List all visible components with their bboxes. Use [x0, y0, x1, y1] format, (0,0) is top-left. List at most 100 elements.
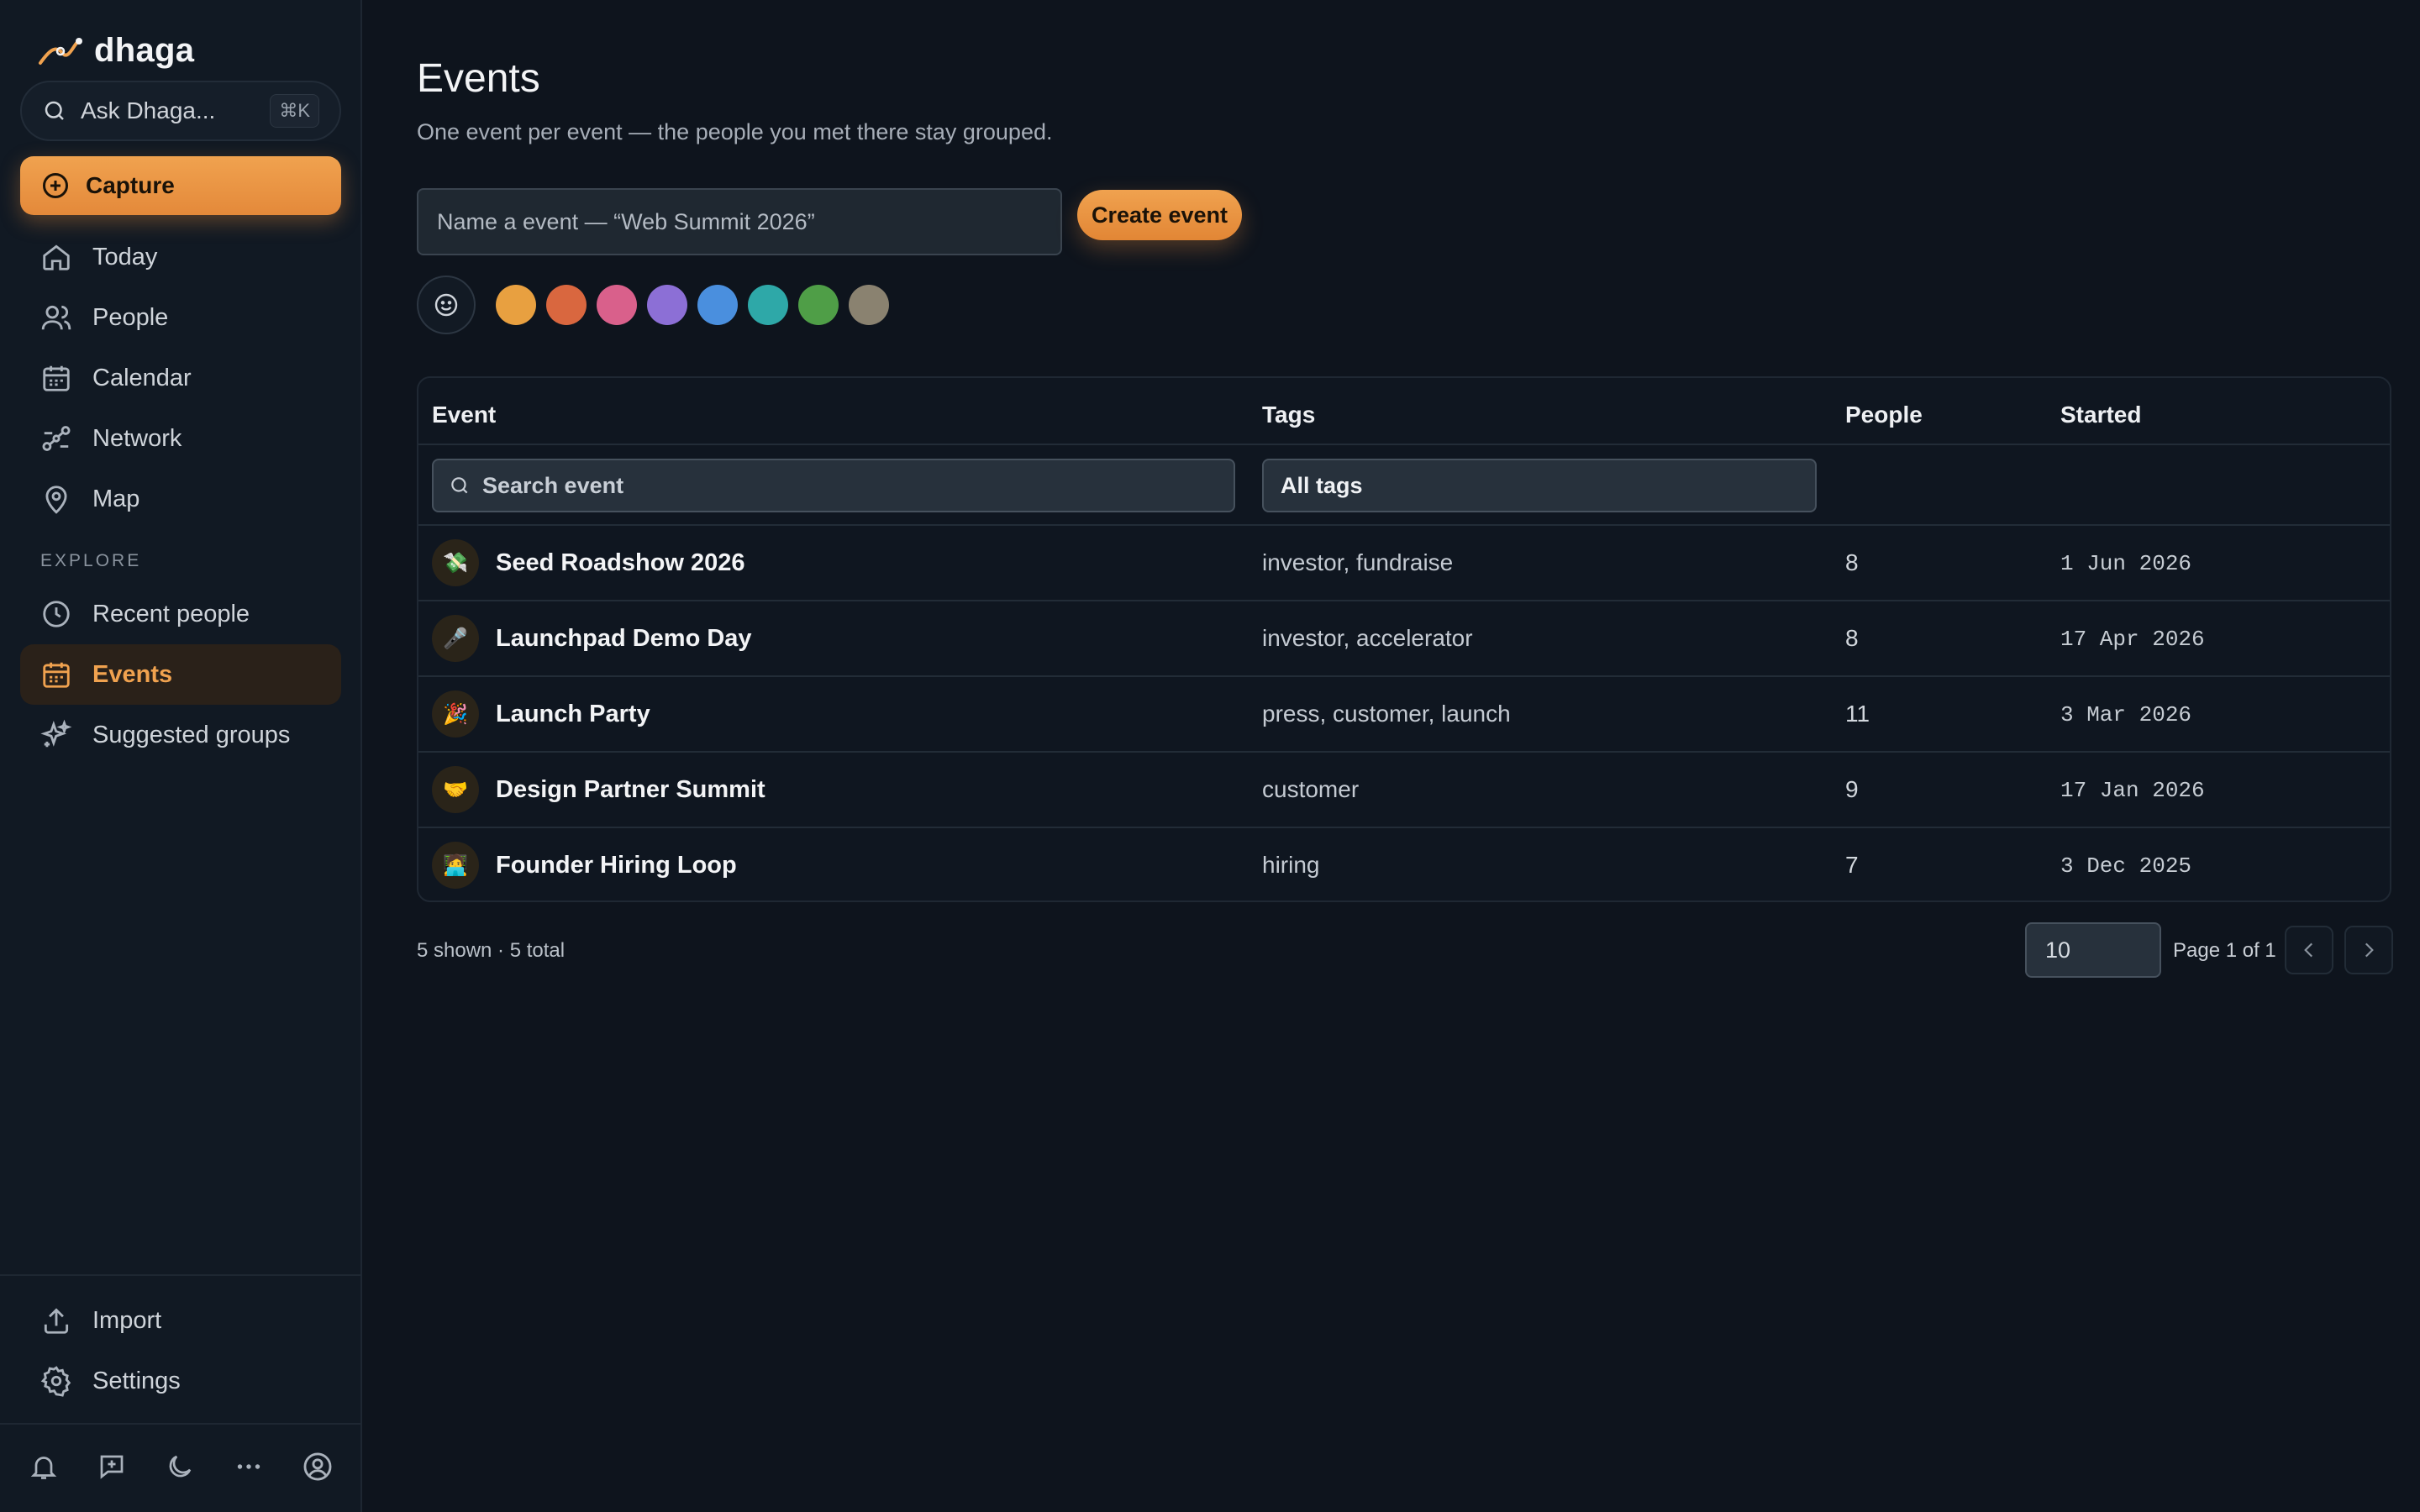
color-swatch[interactable]	[697, 285, 738, 325]
event-people-count: 9	[1845, 776, 1859, 802]
sparkles-icon	[40, 719, 72, 748]
emoji-picker-button[interactable]	[417, 276, 476, 334]
brand-name: dhaga	[94, 32, 195, 69]
event-emoji-icon: 🧑‍💻	[432, 842, 479, 889]
chevron-left-icon	[2304, 942, 2313, 958]
calendar-icon	[43, 365, 70, 391]
color-swatch[interactable]	[546, 285, 587, 325]
search-placeholder: Search event	[482, 472, 624, 498]
home-icon	[43, 244, 70, 270]
table-row[interactable]: 🎉 Launch Party press, customer, launch 1…	[418, 677, 2390, 751]
event-name-input[interactable]	[417, 188, 1062, 255]
brand[interactable]: dhaga	[37, 32, 194, 70]
color-swatch[interactable]	[647, 285, 687, 325]
sidebar-footer	[0, 1441, 362, 1492]
page-title: Events	[417, 56, 540, 101]
event-people-count: 11	[1845, 701, 1870, 727]
color-swatch[interactable]	[798, 285, 839, 325]
event-search-input[interactable]: Search event	[432, 459, 1235, 512]
event-name[interactable]: Seed Roadshow 2026	[496, 549, 745, 577]
map-pin-icon	[45, 486, 67, 514]
table-row[interactable]: 🤝 Design Partner Summit customer 9 17 Ja…	[418, 753, 2390, 827]
color-swatch[interactable]	[496, 285, 536, 325]
page-subtitle: One event per event — the people you met…	[417, 119, 1053, 144]
column-header-tags[interactable]: Tags	[1262, 402, 1315, 428]
sidebar-item-calendar[interactable]: Calendar	[20, 348, 341, 408]
ask-search[interactable]: Ask Dhaga... ⌘K	[20, 81, 341, 141]
event-name[interactable]: Launch Party	[496, 701, 650, 728]
event-started-date: 3 Mar 2026	[2060, 702, 2192, 727]
sidebar-item-recent-people[interactable]: Recent people	[20, 584, 341, 644]
sidebar-item-label: Network	[92, 424, 182, 452]
sidebar-item-label: People	[92, 303, 169, 331]
event-started-date: 3 Dec 2025	[2060, 853, 2192, 879]
sidebar-item-today[interactable]: Today	[20, 227, 341, 287]
sidebar-item-import[interactable]: Import	[20, 1290, 341, 1351]
table-row[interactable]: 🧑‍💻 Founder Hiring Loop hiring 7 3 Dec 2…	[418, 828, 2390, 900]
sidebar-item-label: Today	[92, 243, 158, 270]
sidebar-item-settings[interactable]: Settings	[20, 1351, 341, 1411]
gear-icon	[40, 1366, 71, 1397]
create-event-button[interactable]: Create event	[1077, 190, 1242, 240]
table-row[interactable]: 💸 Seed Roadshow 2026 investor, fundraise…	[418, 526, 2390, 600]
event-emoji-icon: 🎤	[432, 615, 479, 662]
event-name[interactable]: Founder Hiring Loop	[496, 852, 737, 879]
column-header-started[interactable]: Started	[2060, 402, 2141, 428]
users-icon	[41, 305, 71, 330]
event-tags: investor, accelerator	[1262, 625, 1473, 651]
event-emoji-icon: 💸	[432, 539, 479, 586]
message-plus-icon[interactable]	[95, 1450, 129, 1483]
sidebar-divider	[0, 1423, 362, 1425]
event-tags: customer	[1262, 776, 1360, 802]
page-size-select[interactable]: 10	[2025, 922, 2161, 978]
account-icon[interactable]	[301, 1450, 334, 1483]
event-name[interactable]: Design Partner Summit	[496, 776, 765, 804]
color-swatch[interactable]	[748, 285, 788, 325]
header-divider	[418, 444, 2390, 445]
tags-filter-select[interactable]: All tags	[1262, 459, 1817, 512]
event-started-date: 17 Jan 2026	[2060, 778, 2205, 803]
table-row[interactable]: 🎤 Launchpad Demo Day investor, accelerat…	[418, 601, 2390, 675]
moon-icon[interactable]	[163, 1450, 197, 1483]
search-icon	[451, 477, 468, 494]
prev-page-button[interactable]	[2285, 926, 2333, 974]
event-tags: investor, fundraise	[1262, 549, 1454, 575]
column-header-event[interactable]: Event	[432, 402, 496, 428]
search-icon	[45, 101, 64, 120]
results-count: 5 shown · 5 total	[417, 939, 566, 962]
column-header-people[interactable]: People	[1845, 402, 1923, 428]
bell-icon[interactable]	[27, 1450, 60, 1483]
logo-thread-icon	[39, 37, 82, 65]
sidebar-item-label: Import	[92, 1306, 162, 1334]
event-people-count: 8	[1845, 549, 1859, 575]
color-swatch[interactable]	[849, 285, 889, 325]
next-page-button[interactable]	[2344, 926, 2393, 974]
smiley-icon	[434, 293, 458, 317]
calendar-icon	[43, 662, 70, 688]
sidebar-item-events[interactable]: Events	[20, 644, 341, 705]
shortcut-badge: ⌘K	[270, 94, 319, 128]
sidebar-divider	[0, 1274, 362, 1276]
sidebar-item-label: Recent people	[92, 600, 250, 627]
sidebar-item-suggested-groups[interactable]: Suggested groups	[20, 705, 341, 765]
sidebar-item-people[interactable]: People	[20, 287, 341, 348]
more-icon[interactable]	[232, 1450, 266, 1483]
clock-icon	[43, 601, 70, 627]
page-info: Page 1 of 1	[2173, 939, 2276, 962]
network-icon	[42, 426, 71, 451]
event-people-count: 7	[1845, 852, 1859, 878]
event-name[interactable]: Launchpad Demo Day	[496, 625, 752, 653]
event-tags: press, customer, launch	[1262, 701, 1511, 727]
event-tags: hiring	[1262, 852, 1320, 878]
sidebar-item-label: Suggested groups	[92, 721, 291, 748]
event-emoji-icon: 🎉	[432, 690, 479, 738]
explore-section-label: EXPLORE	[40, 551, 142, 570]
sidebar-item-network[interactable]: Network	[20, 408, 341, 469]
chevron-right-icon	[2365, 942, 2374, 958]
capture-button[interactable]: Capture	[20, 156, 341, 215]
sidebar-item-label: Events	[92, 660, 173, 688]
sidebar-item-map[interactable]: Map	[20, 469, 341, 529]
event-people-count: 8	[1845, 625, 1859, 651]
color-swatch[interactable]	[597, 285, 637, 325]
event-started-date: 17 Apr 2026	[2060, 627, 2205, 652]
